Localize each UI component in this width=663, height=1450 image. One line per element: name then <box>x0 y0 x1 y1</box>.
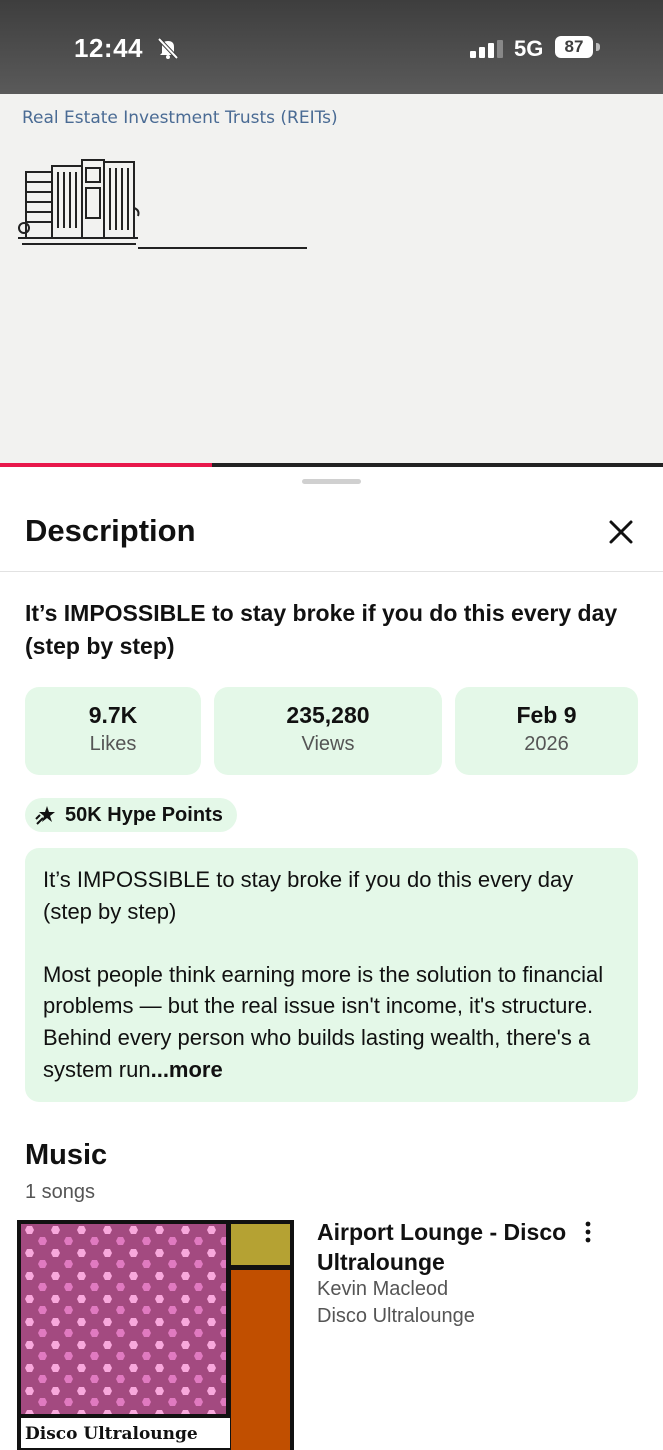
video-player[interactable]: Real Estate Investment Trusts (REITs) <box>0 94 663 466</box>
drag-handle[interactable] <box>302 479 361 484</box>
album-olive-block <box>231 1224 290 1265</box>
network-type: 5G <box>514 36 544 61</box>
description-text: It’s IMPOSSIBLE to stay broke if you do … <box>43 864 628 1085</box>
silent-bell-icon <box>157 37 179 60</box>
album-art[interactable]: Disco Ultralounge <box>17 1220 294 1450</box>
description-paragraph-2: Most people think earning more is the so… <box>43 959 628 1085</box>
views-stat: 235,280 Views <box>214 687 442 775</box>
description-sheet: Description It’s IMPOSSIBLE to stay brok… <box>0 467 663 1450</box>
likes-label: Likes <box>89 733 137 755</box>
likes-value: 9.7K <box>88 702 138 728</box>
year-label: 2026 <box>524 733 569 755</box>
description-box[interactable]: It’s IMPOSSIBLE to stay broke if you do … <box>25 848 638 1102</box>
status-bar: 12:44 5G 87 <box>0 0 663 94</box>
divider <box>0 571 663 572</box>
album-hex-pattern <box>21 1224 226 1414</box>
sheet-title: Description <box>25 513 196 548</box>
battery-nub <box>596 43 600 51</box>
video-title: It’s IMPOSSIBLE to stay broke if you do … <box>25 600 618 659</box>
album-art-label: Disco Ultralounge <box>21 1418 230 1448</box>
music-count: 1 songs <box>25 1181 96 1203</box>
more-link[interactable]: ...more <box>151 1057 223 1082</box>
likes-stat: 9.7K Likes <box>25 687 201 775</box>
date-stat: Feb 9 2026 <box>455 687 638 775</box>
close-icon[interactable] <box>604 515 638 549</box>
hype-points-chip[interactable]: 50K Hype Points <box>25 798 237 832</box>
more-options-icon[interactable] <box>578 1220 598 1244</box>
hype-points-label: 50K Hype Points <box>65 803 223 826</box>
description-body: Most people think earning more is the so… <box>43 961 604 1082</box>
building-icon <box>18 159 140 245</box>
date-value: Feb 9 <box>516 702 577 728</box>
album-orange-block <box>231 1270 290 1450</box>
video-caption: Real Estate Investment Trusts (REITs) <box>22 108 338 128</box>
hype-rocket-icon <box>35 806 55 825</box>
views-value: 235,280 <box>286 702 370 728</box>
drawn-underline <box>138 247 307 249</box>
status-time: 12:44 <box>74 33 143 63</box>
description-paragraph-1: It’s IMPOSSIBLE to stay broke if you do … <box>43 867 574 924</box>
song-title[interactable]: Airport Lounge - Disco Ultralounge <box>317 1217 567 1277</box>
song-artist: Kevin Macleod <box>317 1278 449 1300</box>
views-label: Views <box>301 733 355 755</box>
music-heading: Music <box>25 1139 108 1171</box>
song-album: Disco Ultralounge <box>317 1305 475 1327</box>
battery-indicator: 87 <box>555 36 593 58</box>
signal-icon <box>470 40 503 58</box>
